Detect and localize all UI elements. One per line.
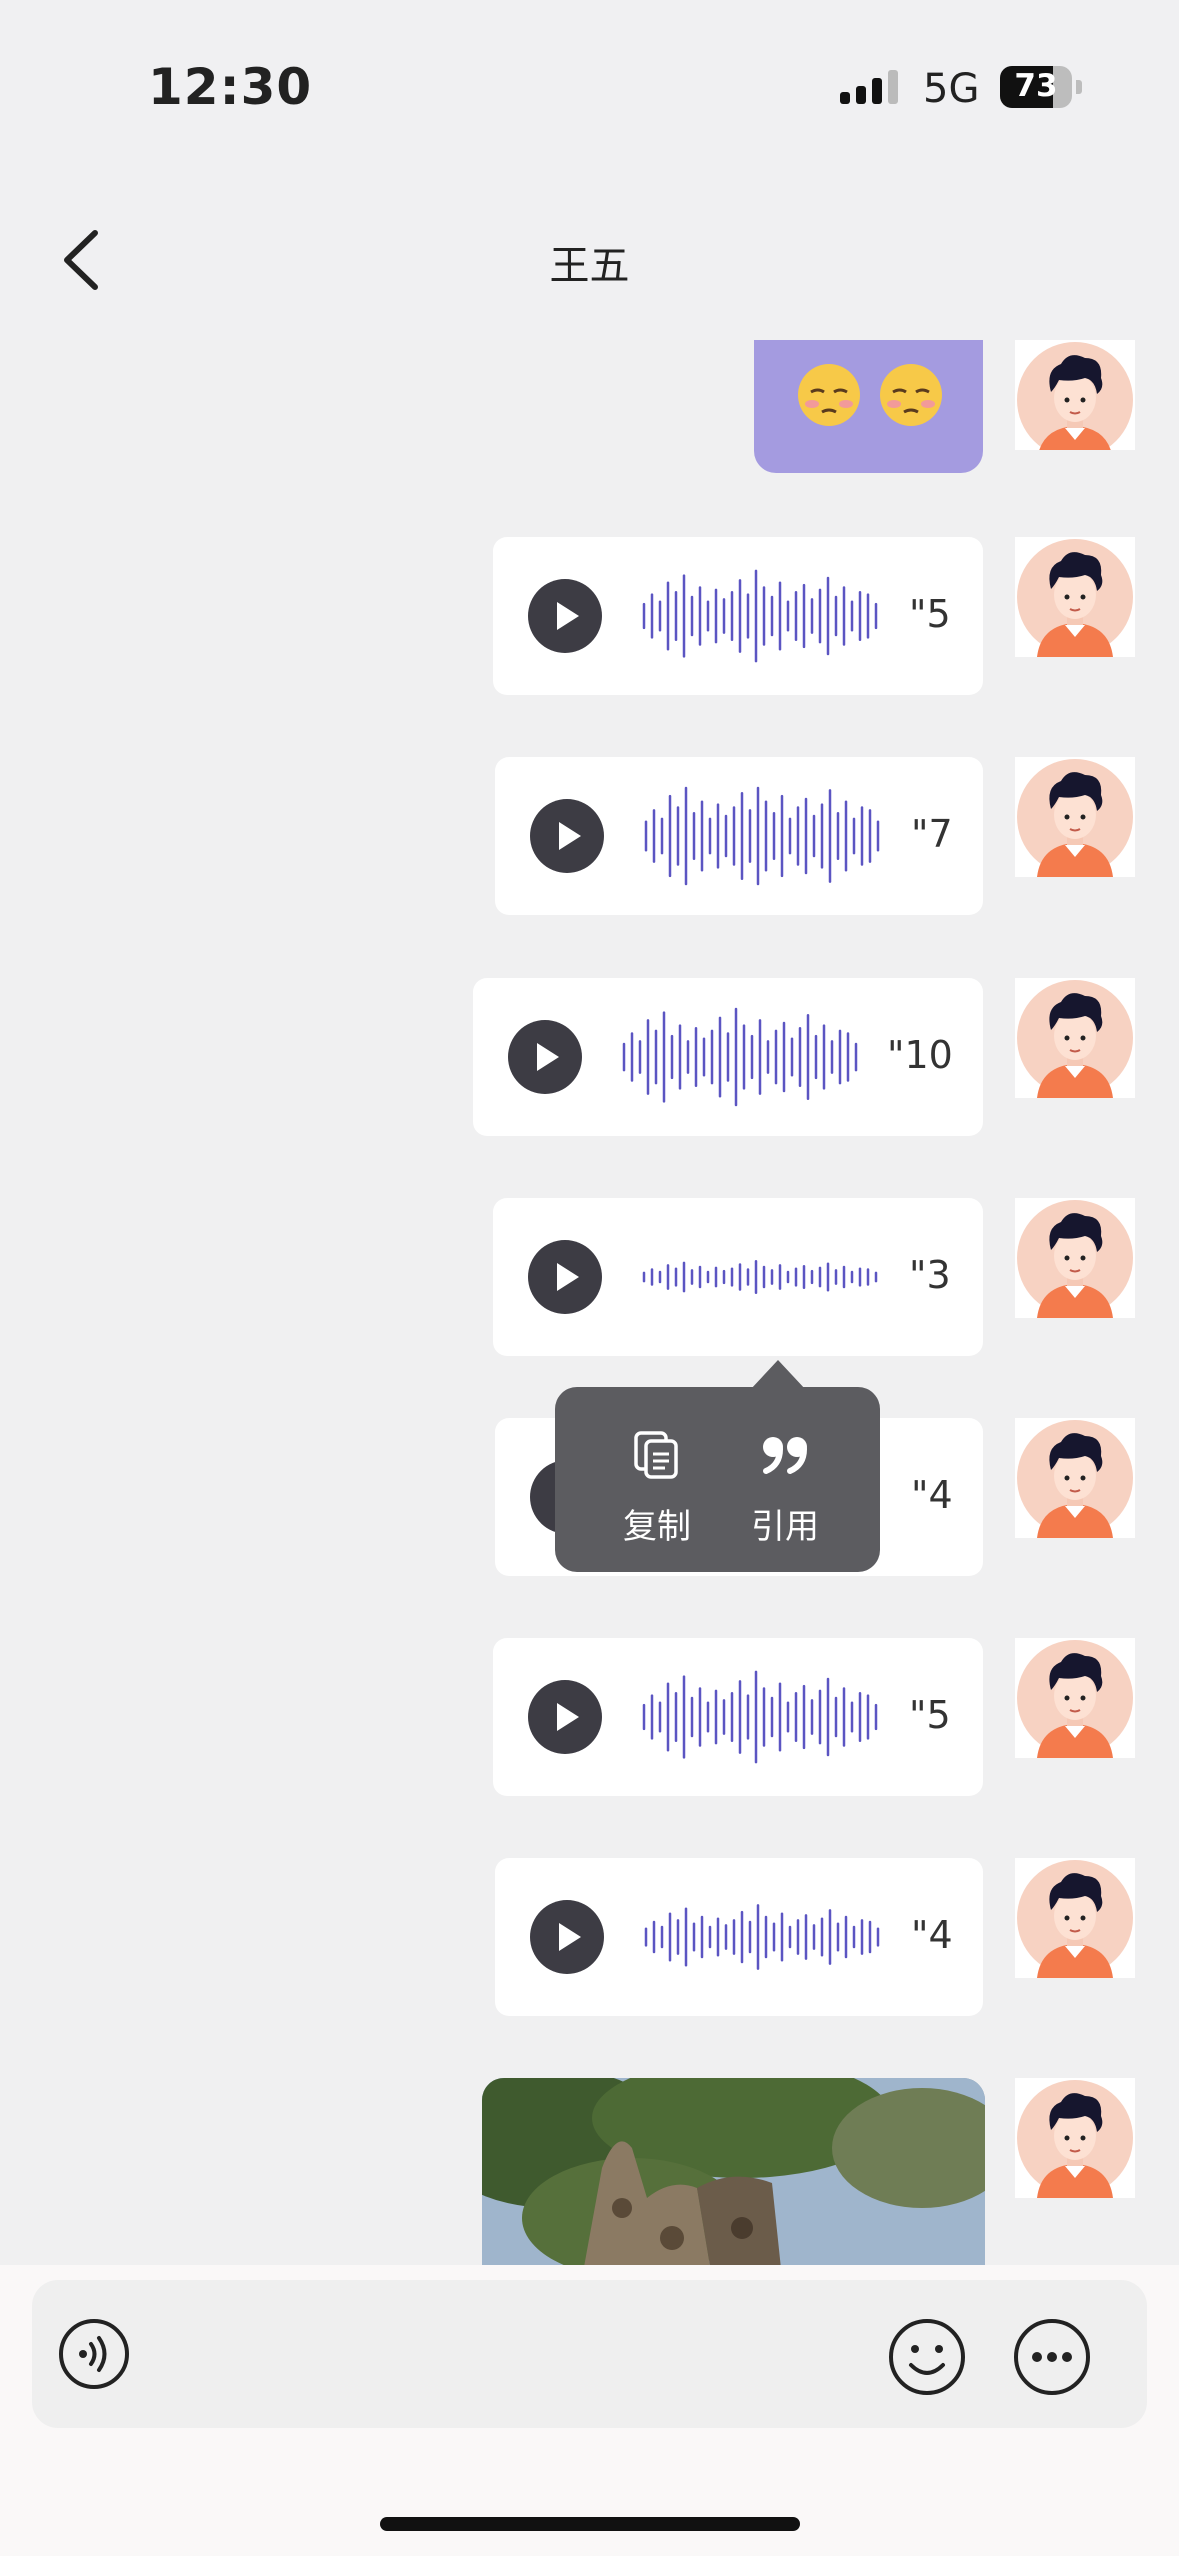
avatar[interactable] <box>1015 2078 1135 2198</box>
home-indicator <box>380 2517 800 2531</box>
status-time: 12:30 <box>148 58 313 116</box>
message-emoji[interactable] <box>0 340 1179 473</box>
copy-label: 复制 <box>623 1507 691 1547</box>
status-bar: 12:30 5G 73 <box>0 0 1179 175</box>
play-button[interactable] <box>528 1680 602 1754</box>
battery-icon: 73 <box>1000 66 1082 108</box>
message-image[interactable] <box>0 2078 1179 2265</box>
message-voice[interactable]: "10 <box>0 978 1179 1136</box>
voice-duration: "5 <box>909 592 951 636</box>
message-voice[interactable]: "4 <box>0 1858 1179 2016</box>
play-button[interactable] <box>530 1900 604 1974</box>
more-icon[interactable] <box>1012 2317 1092 2397</box>
quote-icon <box>763 1437 807 1474</box>
play-button[interactable] <box>528 1240 602 1314</box>
message-voice[interactable]: "7 <box>0 757 1179 915</box>
waveform <box>644 1904 880 1970</box>
play-button[interactable] <box>528 579 602 653</box>
user-avatar-icon <box>1017 2080 1133 2198</box>
play-icon <box>537 1043 559 1071</box>
input-area <box>0 2265 1179 2556</box>
copy-icon <box>634 1431 678 1479</box>
chat-title: 王五 <box>549 243 630 289</box>
chat-header: 王五 <box>0 175 1179 340</box>
message-voice[interactable]: "3 <box>0 1198 1179 1356</box>
battery-level: 73 <box>1014 68 1058 104</box>
quote-label: 引用 <box>751 1507 819 1547</box>
voice-bubble[interactable]: "7 <box>495 757 983 915</box>
play-icon <box>557 1263 579 1291</box>
giraffe-photo <box>482 2078 985 2265</box>
emoji-bubble[interactable] <box>754 340 983 473</box>
context-menu: 复制 引用 <box>555 1387 880 1572</box>
voice-bubble[interactable]: "5 <box>493 1638 983 1796</box>
avatar[interactable] <box>1015 1638 1135 1758</box>
user-avatar-icon <box>1017 1860 1133 1978</box>
voice-bubble[interactable]: "5 <box>493 537 983 695</box>
voice-duration: "5 <box>909 1693 951 1737</box>
avatar[interactable] <box>1015 537 1135 657</box>
waveform <box>642 1670 878 1764</box>
message-voice[interactable]: "5 <box>0 537 1179 695</box>
avatar[interactable] <box>1015 1858 1135 1978</box>
user-avatar-icon <box>1017 1200 1133 1318</box>
voice-bubble[interactable]: "10 <box>473 978 983 1136</box>
sleepy-face-icon <box>798 364 860 426</box>
voice-duration: "10 <box>887 1033 953 1077</box>
voice-duration: "3 <box>909 1253 951 1297</box>
waveform <box>644 786 880 886</box>
user-avatar-icon <box>1017 759 1133 877</box>
avatar[interactable] <box>1015 340 1135 450</box>
waveform <box>642 569 878 663</box>
user-avatar-icon <box>1017 1420 1133 1538</box>
message-voice[interactable]: "5 <box>0 1638 1179 1796</box>
message-input[interactable] <box>32 2280 1147 2428</box>
message-list[interactable]: "5 "7 "10 "3 "4 "5 "4 <box>0 340 1179 2265</box>
network-label: 5G <box>923 66 980 112</box>
user-avatar-icon <box>1017 980 1133 1098</box>
play-icon <box>557 602 579 630</box>
quote-menu-item[interactable]: 引用 <box>725 1427 845 1548</box>
voice-bubble[interactable]: "3 <box>493 1198 983 1356</box>
photo-thumbnail[interactable] <box>482 2078 985 2265</box>
voice-bubble[interactable]: "4 <box>495 1858 983 2016</box>
user-avatar-icon <box>1017 1640 1133 1758</box>
user-avatar-icon <box>1017 539 1133 657</box>
play-icon <box>557 1703 579 1731</box>
avatar[interactable] <box>1015 1418 1135 1538</box>
play-icon <box>559 1923 581 1951</box>
avatar[interactable] <box>1015 1198 1135 1318</box>
avatar[interactable] <box>1015 757 1135 877</box>
waveform <box>642 1259 878 1295</box>
waveform <box>622 1007 858 1107</box>
sleepy-face-icon <box>880 364 942 426</box>
signal-icon <box>840 70 898 104</box>
popup-arrow <box>750 1360 806 1390</box>
play-button[interactable] <box>530 799 604 873</box>
play-icon <box>559 822 581 850</box>
emoji-icon[interactable] <box>887 2317 967 2397</box>
user-avatar-icon <box>1017 342 1133 450</box>
voice-duration: "7 <box>911 812 953 856</box>
voice-duration: "4 <box>911 1913 953 1957</box>
play-button[interactable] <box>508 1020 582 1094</box>
voice-input-icon[interactable] <box>57 2317 131 2391</box>
avatar[interactable] <box>1015 978 1135 1098</box>
voice-duration: "4 <box>911 1473 953 1517</box>
copy-menu-item[interactable]: 复制 <box>597 1427 717 1548</box>
